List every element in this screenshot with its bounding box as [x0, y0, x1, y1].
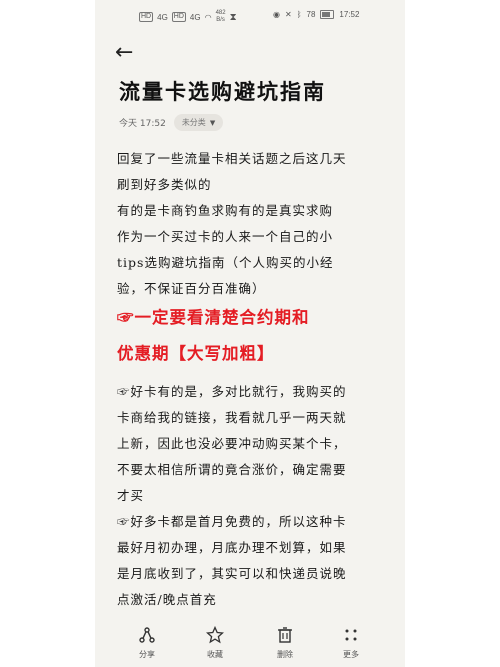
chevron-down-icon: ▼: [209, 119, 216, 127]
wifi-icon: ◠: [204, 12, 212, 22]
favorite-button[interactable]: 收藏: [195, 625, 235, 660]
body-line: 刷到好多类似的: [117, 177, 212, 192]
body-line: 才买: [117, 488, 145, 503]
more-dots-icon: [331, 626, 371, 648]
signal-4g-label-2: 4G: [189, 12, 201, 22]
body-line: ☞好多卡都是首月免费的，所以这种卡: [117, 514, 347, 529]
phone-screen: HD 4G HD 4G ◠ 482 B/s ⧗ ◉ ✕ ᛒ 78 17:52 ← …: [95, 0, 405, 667]
hourglass-icon: ⧗: [229, 11, 237, 23]
hd-badge: HD: [139, 12, 154, 22]
bottom-toolbar: 分享 收藏 删除 更多: [95, 620, 405, 667]
body-line: 点激活/晚点首充: [117, 592, 217, 607]
category-label: 未分类: [181, 118, 206, 127]
favorite-label: 收藏: [207, 650, 223, 659]
body-line: 回复了一些流量卡相关话题之后这几天: [117, 151, 347, 166]
trash-icon: [265, 626, 305, 648]
status-bar: HD 4G HD 4G ◠ 482 B/s ⧗ ◉ ✕ ᛒ 78 17:52: [95, 6, 405, 26]
hd-badge-2: HD: [171, 12, 186, 22]
bluetooth-icon: ᛒ: [296, 10, 302, 19]
back-arrow-icon[interactable]: ←: [115, 42, 133, 64]
body-line: 作为一个买过卡的人来一个自己的小: [117, 229, 334, 244]
body-line: 最好月初办理，月底办理不划算，如果: [117, 540, 347, 555]
highlight-line: ☞一定要看清楚合约期和: [117, 308, 310, 327]
clock: 17:52: [339, 10, 360, 19]
body-line: 不要太相信所谓的竟合涨价，确定需要: [117, 462, 347, 477]
body-line: ☞好卡有的是，多对比就行，我购买的: [117, 384, 347, 399]
note-body: 回复了一些流量卡相关话题之后这几天 刷到好多类似的 有的是卡商钓鱼求购有的是真实…: [117, 146, 387, 613]
battery-icon: [320, 10, 335, 19]
more-label: 更多: [343, 650, 359, 659]
delete-label: 删除: [277, 650, 293, 659]
body-line: 有的是卡商钓鱼求购有的是真实求购: [117, 203, 334, 218]
body-line: 上新，因此也没必要冲动购买某个卡，: [117, 436, 347, 451]
share-label: 分享: [139, 650, 155, 659]
mute-icon: ✕: [284, 10, 292, 19]
battery-level: 78: [306, 10, 316, 19]
star-icon: [195, 625, 235, 648]
highlight-line: 优惠期【大写加粗】: [117, 344, 275, 363]
note-timestamp: 今天 17:52: [119, 119, 166, 129]
body-line: 是月底收到了，其实可以和快递员说晚: [117, 566, 347, 581]
category-dropdown[interactable]: 未分类 ▼: [173, 114, 224, 131]
share-icon: [127, 626, 167, 648]
body-line: 卡商给我的链接，我看就几乎一两天就: [117, 410, 347, 425]
eye-icon: ◉: [273, 10, 280, 19]
share-button[interactable]: 分享: [127, 626, 167, 660]
note-title: 流量卡选购避坑指南: [119, 79, 326, 104]
delete-button[interactable]: 删除: [265, 626, 305, 660]
body-line: tips选购避坑指南（个人购买的小经: [117, 255, 334, 270]
signal-4g-label: 4G: [157, 12, 168, 22]
network-speed: 482 B/s: [215, 10, 226, 23]
note-meta: 今天 17:52 未分类 ▼: [119, 114, 224, 131]
more-button[interactable]: 更多: [331, 626, 371, 660]
